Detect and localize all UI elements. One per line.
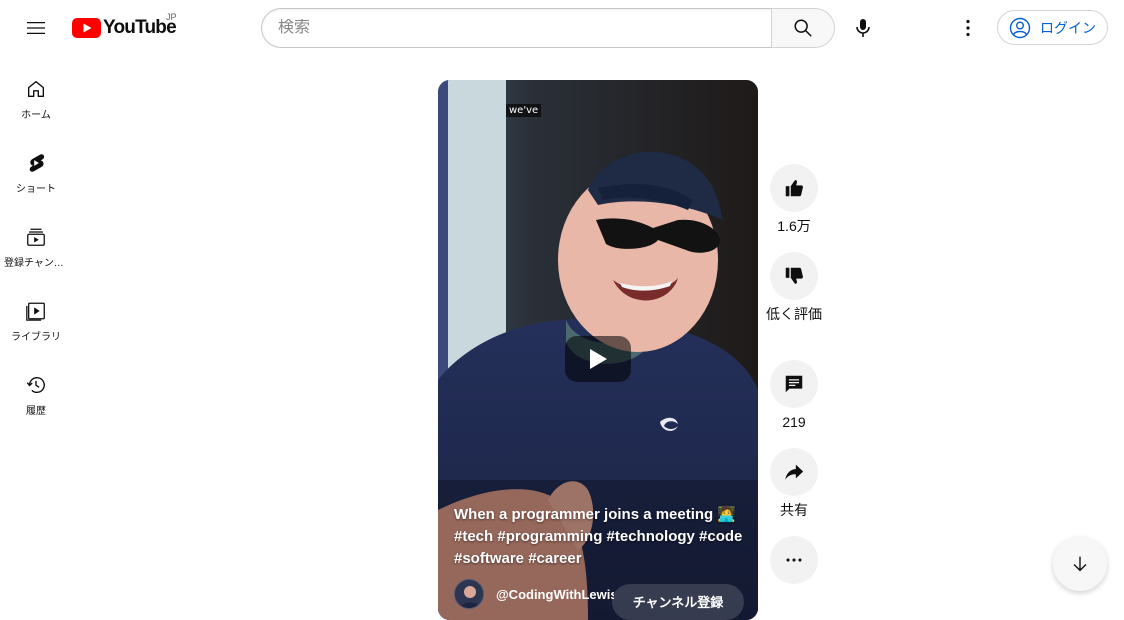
comment-icon [785, 375, 803, 393]
channel-avatar[interactable] [454, 579, 484, 609]
sidebar-item-history[interactable]: 履歴 [4, 352, 68, 426]
youtube-play-logo-icon [72, 18, 101, 38]
search-input[interactable] [278, 19, 756, 37]
comment-count: 219 [782, 414, 806, 430]
home-icon [27, 80, 45, 98]
shorts-icon [29, 154, 45, 172]
sidebar-item-library[interactable]: ライブラリ [4, 278, 68, 352]
login-button[interactable]: ログイン [997, 10, 1108, 45]
account-circle-icon [1009, 17, 1031, 38]
thumbs-up-icon [785, 180, 803, 197]
search-button[interactable] [771, 8, 835, 48]
subscriptions-icon [27, 228, 45, 246]
settings-more-button[interactable] [948, 8, 988, 48]
like-count: 1.6万 [777, 218, 811, 234]
history-icon [26, 376, 45, 393]
search-box [261, 8, 772, 48]
play-button[interactable] [565, 336, 631, 382]
channel-name[interactable]: @CodingWithLewis [496, 587, 614, 602]
share-icon [785, 464, 804, 480]
more-horizontal-icon [786, 558, 802, 562]
search-icon [794, 19, 812, 37]
dislike-button[interactable] [770, 252, 818, 300]
voice-search-button[interactable] [843, 8, 883, 48]
masthead: YouTube JP ログイン [0, 0, 1124, 56]
sidebar-item-label: ホーム [21, 110, 51, 121]
share-label: 共有 [780, 502, 808, 518]
caption-text: we've [506, 104, 542, 117]
sidebar-item-shorts[interactable]: ショート [4, 130, 68, 204]
arrow-down-icon [1073, 556, 1087, 572]
sidebar-item-subscriptions[interactable]: 登録チャンネル [4, 204, 68, 278]
more-actions-button[interactable] [770, 536, 818, 584]
region-code: JP [166, 12, 177, 22]
sidebar-item-label: ライブラリ [11, 332, 61, 343]
library-icon [26, 302, 45, 321]
comments-button[interactable] [770, 360, 818, 408]
dislike-label: 低く評価 [766, 306, 822, 322]
next-video-button[interactable] [1053, 537, 1107, 591]
play-icon [590, 349, 607, 369]
sidebar-item-label: ショート [16, 184, 56, 195]
sidebar-item-label: 履歴 [26, 406, 46, 417]
more-vertical-icon [966, 19, 970, 37]
share-button[interactable] [770, 448, 818, 496]
video-title[interactable]: When a programmer joins a meeting 🧑‍💻 #t… [454, 504, 744, 570]
channel-info: @CodingWithLewis [454, 579, 614, 609]
sidebar-item-label: 登録チャンネル [4, 258, 68, 269]
sidebar-item-home[interactable]: ホーム [4, 56, 68, 130]
logo-text: YouTube [103, 17, 177, 38]
microphone-icon [856, 19, 870, 37]
youtube-logo[interactable]: YouTube [72, 17, 177, 39]
subscribe-button[interactable]: チャンネル登録 [612, 584, 744, 620]
avatar-image [455, 580, 483, 608]
hamburger-menu-icon [27, 22, 45, 34]
like-button[interactable] [770, 164, 818, 212]
thumbs-down-icon [785, 267, 803, 284]
login-label: ログイン [1040, 19, 1096, 36]
menu-button[interactable] [16, 8, 56, 48]
